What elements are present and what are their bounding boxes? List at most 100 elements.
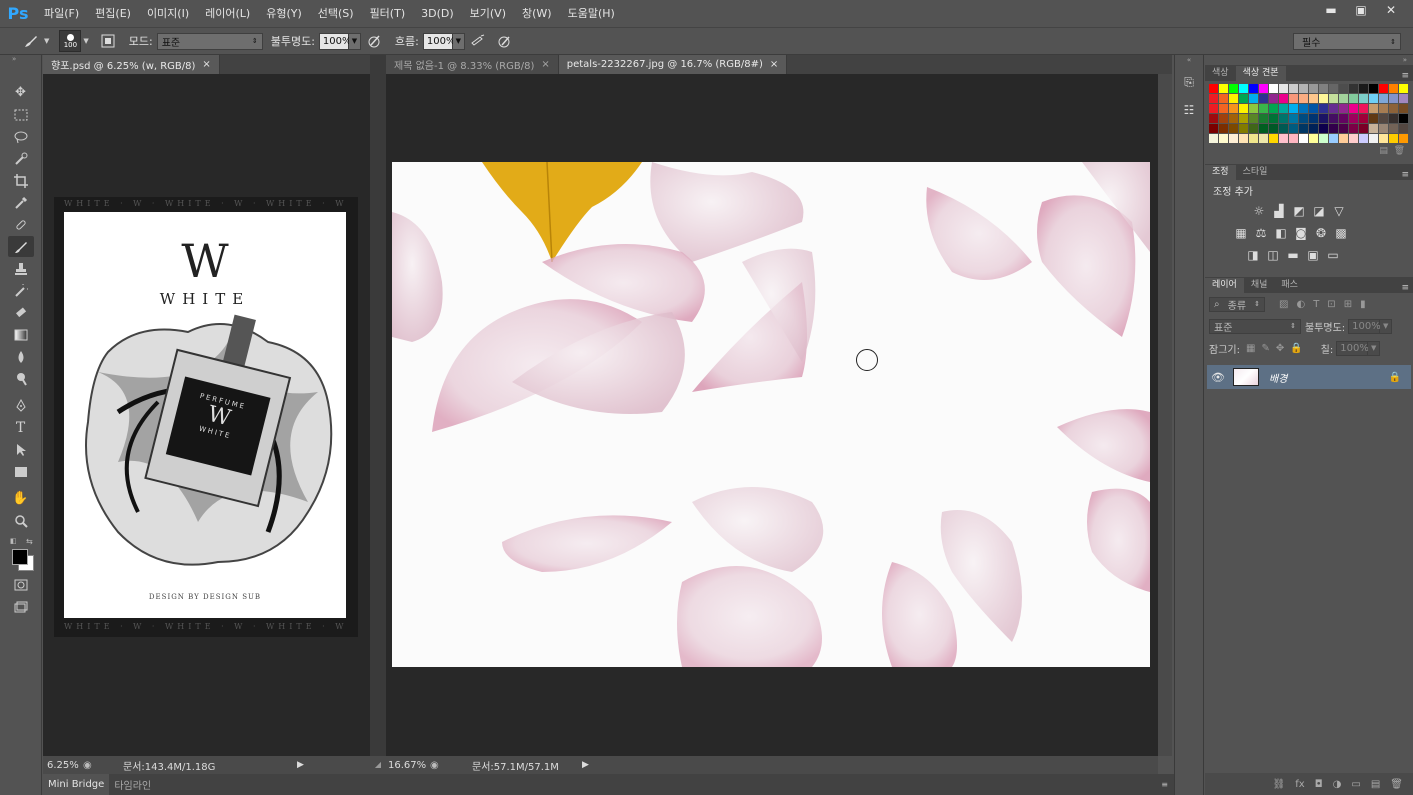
color-swatch[interactable] [1289, 84, 1298, 93]
color-swatch[interactable] [1379, 84, 1388, 93]
color-swatch[interactable] [1279, 114, 1288, 123]
color-swatch[interactable] [1289, 124, 1298, 133]
color-swatch[interactable] [1229, 114, 1238, 123]
pen-tool-icon[interactable] [8, 395, 34, 416]
color-swatch[interactable] [1269, 134, 1278, 143]
black-white-icon[interactable]: ◧ [1273, 225, 1289, 241]
posterize-icon[interactable]: ◫ [1265, 247, 1281, 263]
menu-window[interactable]: 창(W) [514, 0, 560, 27]
color-swatch[interactable] [1269, 94, 1278, 103]
color-swatch[interactable] [1229, 84, 1238, 93]
lasso-tool-icon[interactable] [8, 126, 34, 147]
color-swatch[interactable] [1259, 134, 1268, 143]
selective-color-icon[interactable]: ▣ [1305, 247, 1321, 263]
tab-swatches[interactable]: 색상 견본 [1235, 66, 1286, 81]
blend-mode-select[interactable]: 표준 ⇕ [1209, 318, 1301, 334]
color-swatch[interactable] [1239, 134, 1248, 143]
levels-icon[interactable]: ▟ [1271, 203, 1287, 219]
zoom-level[interactable]: 6.25% [47, 760, 83, 771]
filter-smart-object-icon[interactable]: ⊞ [1344, 299, 1352, 310]
color-swatch[interactable] [1269, 84, 1278, 93]
color-swatch[interactable] [1249, 84, 1258, 93]
color-swatch[interactable] [1259, 94, 1268, 103]
healing-brush-tool-icon[interactable] [8, 214, 34, 235]
color-swatch[interactable] [1309, 94, 1318, 103]
color-lookup-icon[interactable]: ▩ [1333, 225, 1349, 241]
color-swatch[interactable] [1349, 104, 1358, 113]
color-swatch[interactable] [1299, 114, 1308, 123]
color-swatch[interactable] [1209, 124, 1218, 133]
color-swatch[interactable] [1369, 134, 1378, 143]
color-swatch[interactable] [1389, 134, 1398, 143]
layer-name[interactable]: 배경 [1269, 370, 1287, 385]
color-swatch[interactable] [1249, 94, 1258, 103]
color-swatch[interactable] [1349, 94, 1358, 103]
color-swatch[interactable] [1389, 94, 1398, 103]
gradient-map-icon[interactable]: ▭ [1325, 247, 1341, 263]
panel-menu-icon[interactable]: ≡ [1161, 780, 1168, 789]
color-swatch[interactable] [1269, 104, 1278, 113]
zoom-tool-icon[interactable] [8, 510, 34, 531]
color-swatch[interactable] [1229, 104, 1238, 113]
layer-opacity-dropdown[interactable]: ▼ [1380, 318, 1393, 334]
tab-paths[interactable]: 패스 [1274, 278, 1305, 293]
color-swatch[interactable] [1239, 94, 1248, 103]
color-swatch[interactable] [1369, 124, 1378, 133]
document-splitter[interactable] [370, 55, 386, 776]
color-swatch[interactable] [1359, 104, 1368, 113]
color-swatch[interactable] [1239, 114, 1248, 123]
close-tab-icon[interactable]: × [541, 59, 549, 70]
vertical-scrollbar[interactable] [1158, 74, 1172, 756]
color-swatch[interactable] [1329, 134, 1338, 143]
color-swatch[interactable] [1389, 104, 1398, 113]
layer-style-icon[interactable]: fx [1295, 779, 1304, 790]
color-swatch[interactable] [1359, 124, 1368, 133]
minimize-button[interactable]: ▬ [1319, 1, 1343, 19]
mode-select[interactable]: 표준 ⇕ [156, 32, 263, 50]
color-swatch[interactable] [1319, 104, 1328, 113]
screen-mode-icon[interactable] [8, 596, 34, 617]
color-swatch[interactable] [1329, 84, 1338, 93]
tab-mini-bridge[interactable]: Mini Bridge [43, 774, 110, 795]
fill-input[interactable]: 100% [1336, 340, 1369, 356]
color-swatch[interactable] [1219, 134, 1228, 143]
color-swatch[interactable] [1309, 134, 1318, 143]
tab-styles[interactable]: 스타일 [1236, 165, 1275, 180]
color-swatch[interactable] [1379, 94, 1388, 103]
color-swatch[interactable] [1369, 84, 1378, 93]
color-swatch[interactable] [1299, 94, 1308, 103]
menu-view[interactable]: 보기(V) [462, 0, 514, 27]
color-swatch[interactable] [1259, 124, 1268, 133]
eraser-tool-icon[interactable] [8, 302, 34, 323]
color-swatch[interactable] [1329, 114, 1338, 123]
tab-adjustments[interactable]: 조정 [1205, 165, 1236, 180]
color-swatch[interactable] [1229, 134, 1238, 143]
color-swatch[interactable] [1389, 84, 1398, 93]
layer-filter-kind[interactable]: ⌕ 종류 ⇕ [1209, 296, 1265, 312]
color-swatch[interactable] [1239, 104, 1248, 113]
tab-layers[interactable]: 레이어 [1205, 278, 1244, 293]
zoom-level[interactable]: 16.67% [388, 760, 430, 771]
color-swatch[interactable] [1379, 134, 1388, 143]
menu-3d[interactable]: 3D(D) [413, 0, 462, 27]
filter-toggle-icon[interactable]: ▮ [1360, 299, 1366, 310]
color-swatch[interactable] [1339, 124, 1348, 133]
color-swatch[interactable] [1309, 84, 1318, 93]
move-tool-icon[interactable]: ✥ [8, 82, 34, 103]
color-swatch[interactable] [1249, 104, 1258, 113]
default-colors-icon[interactable]: ◧ [10, 537, 17, 545]
color-swatch[interactable] [1329, 124, 1338, 133]
color-swatch[interactable] [1259, 84, 1268, 93]
curves-icon[interactable]: ◩ [1291, 203, 1307, 219]
filter-type-icon[interactable]: T [1313, 299, 1319, 310]
pressure-size-icon[interactable] [495, 32, 513, 50]
color-swatch[interactable] [1359, 94, 1368, 103]
color-swatch[interactable] [1399, 114, 1408, 123]
share-icon[interactable]: ◉ [430, 760, 444, 771]
channel-mixer-icon[interactable]: ❂ [1313, 225, 1329, 241]
color-swatch[interactable] [1239, 84, 1248, 93]
tab-perfume-psd[interactable]: 향포.psd @ 6.25% (w, RGB/8) × [43, 55, 220, 74]
color-swatch[interactable] [1359, 84, 1368, 93]
vibrance-icon[interactable]: ▽ [1331, 203, 1347, 219]
menu-file[interactable]: 파일(F) [36, 0, 87, 27]
